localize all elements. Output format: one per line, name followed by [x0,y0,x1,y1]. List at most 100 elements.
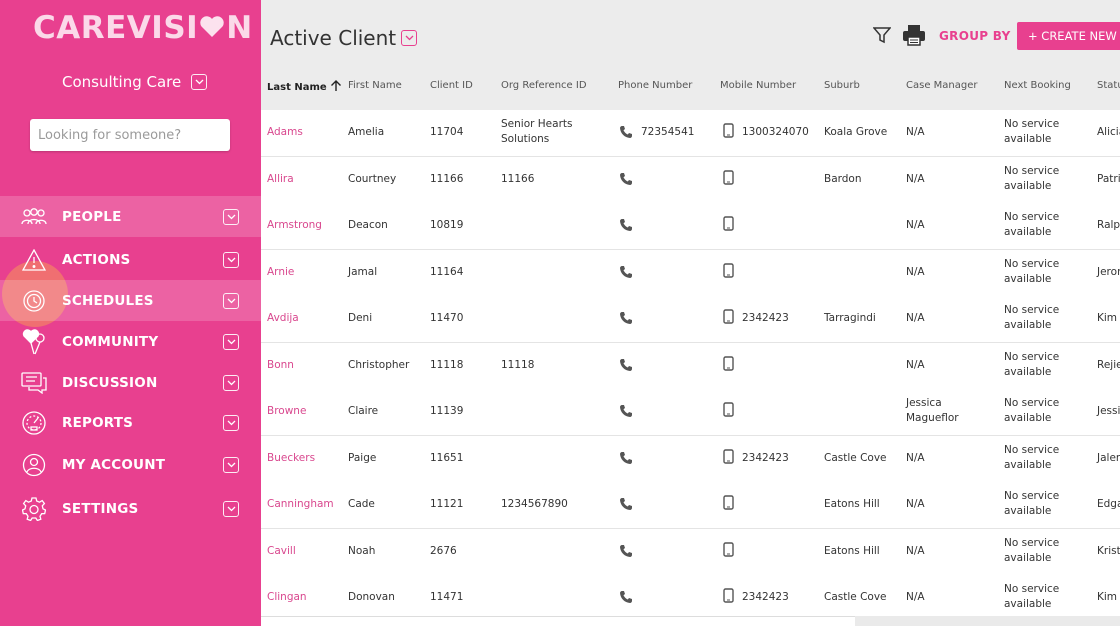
chevron-down-icon[interactable] [223,333,239,350]
print-icon[interactable] [902,24,926,50]
column-suburb[interactable]: Suburb [824,80,860,91]
mobile-icon[interactable] [723,588,734,607]
mobile-icon[interactable] [723,262,734,282]
phone-icon[interactable] [619,310,633,329]
column-first-name[interactable]: First Name [348,80,402,91]
chevron-down-icon[interactable] [223,414,239,431]
next-booking-line: No service [1004,118,1060,130]
mobile-icon[interactable] [723,541,734,561]
client-last-name-link[interactable]: Avdija [267,311,299,326]
phone-icon[interactable] [619,171,633,190]
group-by-button[interactable]: GROUP BY [939,29,1011,43]
phone-icon[interactable] [619,589,633,608]
carevision-logo[interactable]: CAREVISI N [33,10,253,46]
table-row[interactable]: Canningham Cade 11121 1234567890 Eatons Hill… [261,482,1120,529]
table-row[interactable]: Clingan Donovan 11471 2342423 Castle Cove N/A… [261,575,1120,622]
table-row[interactable]: Cavill Noah 2676 Eatons Hill N/A No service av… [261,528,1120,576]
sidebar-item-schedules[interactable]: SCHEDULES [0,280,261,321]
chevron-down-icon[interactable] [223,500,239,517]
client-last-name-link[interactable]: Armstrong [267,218,322,233]
create-new-client-button[interactable]: + CREATE NEW CL [1017,22,1120,50]
suburb: Eatons Hill [824,544,880,557]
sidebar-item-label: MY ACCOUNT [62,456,166,473]
mobile-number: 2342423 [742,591,789,603]
mobile-number: 2342423 [742,451,789,464]
horizontal-scrollbar[interactable] [261,616,1120,627]
next-booking: No service available [1004,536,1059,566]
table-row[interactable]: Bueckers Paige 11651 2342423 Castle Cove N/A N… [261,435,1120,483]
client-last-name-link[interactable]: Canningham [267,497,334,512]
column-last-name[interactable]: Last Name [267,80,342,93]
sidebar-item-actions[interactable]: ACTIONS [0,239,261,280]
column-phone-number[interactable]: Phone Number [618,80,692,91]
status: Edga [1097,498,1120,510]
case-manager: N/A [906,218,925,233]
filter-icon[interactable] [872,26,892,48]
client-id: 11471 [430,591,464,603]
client-first-name: Claire [348,405,379,417]
table-row[interactable]: Arnie Jamal 11164 N/A No service available Jer… [261,249,1120,297]
phone-icon[interactable] [619,496,633,515]
logo-text-end: N [226,10,253,46]
chevron-down-icon[interactable] [223,456,239,473]
client-search[interactable] [30,119,230,151]
column-mobile-number[interactable]: Mobile Number [720,80,796,91]
table-row[interactable]: Browne Claire 11139 Jessica Magueflor No serv… [261,389,1120,436]
mobile-icon[interactable] [723,169,734,189]
chevron-down-icon[interactable] [401,30,417,46]
phone-icon[interactable] [619,264,633,283]
sidebar-item-label: SCHEDULES [62,292,154,309]
chevron-down-icon[interactable] [223,374,239,391]
page-header: Active Client GROUP BY + CREATE NEW CL [261,0,1120,69]
sidebar-item-my-account[interactable]: MY ACCOUNT [0,444,261,485]
phone-icon[interactable] [619,217,633,236]
sidebar-item-discussion[interactable]: DISCUSSION [0,362,261,403]
table-row[interactable]: Armstrong Deacon 10819 N/A No service availab… [261,203,1120,250]
sidebar-item-settings[interactable]: SETTINGS [0,488,261,529]
table-row[interactable]: Avdija Deni 11470 2342423 Tarragindi N/A No se… [261,296,1120,343]
client-last-name-link[interactable]: Bonn [267,358,294,373]
table-row[interactable]: Adams Amelia 11704 Senior Hearts Solutions 72… [261,110,1120,157]
column-next-booking[interactable]: Next Booking [1004,80,1071,91]
column-org-reference-id[interactable]: Org Reference ID [501,80,587,91]
status: Krist [1097,544,1120,557]
column-client-id[interactable]: Client ID [430,80,473,91]
next-booking: No service available [1004,443,1059,473]
org-reference-id: 11166 [501,172,534,187]
case-manager-line: N/A [906,219,925,231]
column-case-manager[interactable]: Case Manager [906,80,977,91]
mobile-icon[interactable] [723,216,734,235]
search-input[interactable] [30,119,230,151]
org-selector[interactable]: Consulting Care [62,73,208,91]
mobile-icon[interactable] [723,123,734,142]
mobile-icon[interactable] [723,448,734,468]
table-row[interactable]: Allira Courtney 11166 11166 Bardon N/A No serv… [261,156,1120,204]
client-last-name-link[interactable]: Cavill [267,544,296,559]
status: Ralp [1097,219,1120,231]
phone-icon[interactable] [619,124,633,143]
client-last-name-link[interactable]: Clingan [267,590,307,605]
client-last-name-link[interactable]: Allira [267,172,294,187]
mobile-icon[interactable] [723,495,734,514]
client-last-name-link[interactable]: Browne [267,404,306,419]
client-last-name-link[interactable]: Arnie [267,265,294,280]
chevron-down-icon[interactable] [223,251,239,268]
scrollbar-thumb[interactable] [261,616,855,627]
table-row[interactable]: Bonn Christopher 11118 11118 N/A No service av… [261,342,1120,390]
mobile-icon[interactable] [723,402,734,421]
phone-icon[interactable] [619,403,633,422]
sidebar-item-reports[interactable]: REPORTS [0,402,261,443]
client-last-name-link[interactable]: Bueckers [267,451,315,466]
phone-number: 72354541 [641,126,695,138]
sidebar-item-community[interactable]: COMMUNITY [0,321,261,362]
phone-icon[interactable] [619,357,633,376]
chevron-down-icon[interactable] [223,292,239,309]
mobile-icon[interactable] [723,355,734,375]
mobile-icon[interactable] [723,309,734,328]
column-status[interactable]: Status [1097,80,1120,91]
phone-icon[interactable] [619,450,633,469]
chevron-down-icon[interactable] [223,208,239,225]
sidebar-item-people[interactable]: PEOPLE [0,196,261,237]
phone-icon[interactable] [619,543,633,562]
client-last-name-link[interactable]: Adams [267,125,303,140]
